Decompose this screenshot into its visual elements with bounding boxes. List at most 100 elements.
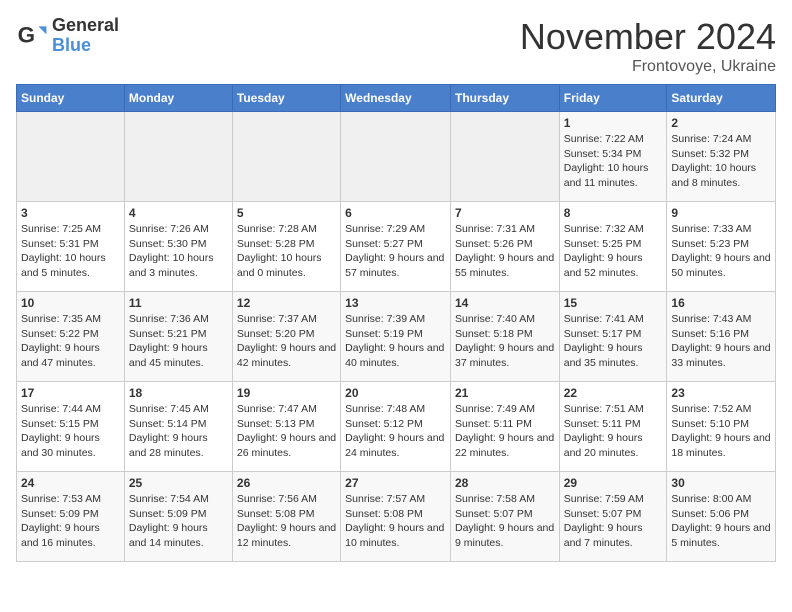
page-header: G General Blue November 2024 Frontovoye,… (16, 16, 776, 76)
calendar-cell: 10 Sunrise: 7:35 AM Sunset: 5:22 PM Dayli… (17, 292, 125, 382)
day-number: 29 (564, 476, 663, 490)
location: Frontovoye, Ukraine (520, 58, 776, 76)
calendar-cell: 15 Sunrise: 7:41 AM Sunset: 5:17 PM Dayli… (559, 292, 667, 382)
calendar-cell (450, 112, 559, 202)
day-info: Sunrise: 7:56 AM Sunset: 5:08 PM Dayligh… (237, 492, 336, 551)
day-info: Sunrise: 7:36 AM Sunset: 5:21 PM Dayligh… (129, 312, 228, 371)
calendar-body: 1 Sunrise: 7:22 AM Sunset: 5:34 PM Daylig… (17, 112, 776, 562)
day-number: 12 (237, 296, 336, 310)
day-info: Sunrise: 7:26 AM Sunset: 5:30 PM Dayligh… (129, 222, 228, 281)
day-number: 18 (129, 386, 228, 400)
calendar-cell (17, 112, 125, 202)
day-number: 3 (21, 206, 120, 220)
title-block: November 2024 Frontovoye, Ukraine (520, 16, 776, 76)
day-number: 20 (345, 386, 446, 400)
day-number: 19 (237, 386, 336, 400)
day-info: Sunrise: 7:39 AM Sunset: 5:19 PM Dayligh… (345, 312, 446, 371)
logo-icon: G (16, 20, 48, 52)
day-number: 13 (345, 296, 446, 310)
day-number: 8 (564, 206, 663, 220)
weekday-header: Sunday (17, 85, 125, 112)
logo: G General Blue (16, 16, 119, 56)
day-info: Sunrise: 7:48 AM Sunset: 5:12 PM Dayligh… (345, 402, 446, 461)
day-number: 7 (455, 206, 555, 220)
day-info: Sunrise: 7:54 AM Sunset: 5:09 PM Dayligh… (129, 492, 228, 551)
calendar-cell: 24 Sunrise: 7:53 AM Sunset: 5:09 PM Dayli… (17, 472, 125, 562)
calendar-cell: 28 Sunrise: 7:58 AM Sunset: 5:07 PM Dayli… (450, 472, 559, 562)
day-info: Sunrise: 7:47 AM Sunset: 5:13 PM Dayligh… (237, 402, 336, 461)
day-number: 2 (671, 116, 771, 130)
logo-blue: Blue (52, 36, 119, 56)
day-info: Sunrise: 7:59 AM Sunset: 5:07 PM Dayligh… (564, 492, 663, 551)
day-info: Sunrise: 7:40 AM Sunset: 5:18 PM Dayligh… (455, 312, 555, 371)
day-number: 25 (129, 476, 228, 490)
logo-general: General (52, 16, 119, 36)
calendar-cell: 14 Sunrise: 7:40 AM Sunset: 5:18 PM Dayli… (450, 292, 559, 382)
day-number: 14 (455, 296, 555, 310)
day-number: 27 (345, 476, 446, 490)
calendar-cell: 11 Sunrise: 7:36 AM Sunset: 5:21 PM Dayli… (124, 292, 232, 382)
day-number: 24 (21, 476, 120, 490)
calendar-table: SundayMondayTuesdayWednesdayThursdayFrid… (16, 84, 776, 562)
calendar-cell: 13 Sunrise: 7:39 AM Sunset: 5:19 PM Dayli… (341, 292, 451, 382)
day-number: 6 (345, 206, 446, 220)
calendar-cell: 26 Sunrise: 7:56 AM Sunset: 5:08 PM Dayli… (232, 472, 340, 562)
day-info: Sunrise: 7:25 AM Sunset: 5:31 PM Dayligh… (21, 222, 120, 281)
day-info: Sunrise: 7:51 AM Sunset: 5:11 PM Dayligh… (564, 402, 663, 461)
calendar-week-row: 1 Sunrise: 7:22 AM Sunset: 5:34 PM Daylig… (17, 112, 776, 202)
calendar-header: SundayMondayTuesdayWednesdayThursdayFrid… (17, 85, 776, 112)
day-info: Sunrise: 7:44 AM Sunset: 5:15 PM Dayligh… (21, 402, 120, 461)
day-number: 26 (237, 476, 336, 490)
day-info: Sunrise: 7:43 AM Sunset: 5:16 PM Dayligh… (671, 312, 771, 371)
day-info: Sunrise: 7:53 AM Sunset: 5:09 PM Dayligh… (21, 492, 120, 551)
day-number: 15 (564, 296, 663, 310)
calendar-cell: 17 Sunrise: 7:44 AM Sunset: 5:15 PM Dayli… (17, 382, 125, 472)
weekday-header: Monday (124, 85, 232, 112)
day-info: Sunrise: 7:31 AM Sunset: 5:26 PM Dayligh… (455, 222, 555, 281)
day-info: Sunrise: 7:45 AM Sunset: 5:14 PM Dayligh… (129, 402, 228, 461)
calendar-week-row: 3 Sunrise: 7:25 AM Sunset: 5:31 PM Daylig… (17, 202, 776, 292)
calendar-cell: 22Sunrise: 7:51 AM Sunset: 5:11 PM Dayli… (559, 382, 667, 472)
day-number: 1 (564, 116, 663, 130)
day-info: Sunrise: 7:29 AM Sunset: 5:27 PM Dayligh… (345, 222, 446, 281)
calendar-cell (341, 112, 451, 202)
calendar-cell: 12 Sunrise: 7:37 AM Sunset: 5:20 PM Dayli… (232, 292, 340, 382)
calendar-cell: 23 Sunrise: 7:52 AM Sunset: 5:10 PM Dayli… (667, 382, 776, 472)
weekday-header: Thursday (450, 85, 559, 112)
calendar-cell: 25 Sunrise: 7:54 AM Sunset: 5:09 PM Dayli… (124, 472, 232, 562)
month-title: November 2024 (520, 16, 776, 58)
calendar-cell (232, 112, 340, 202)
day-info: Sunrise: 7:37 AM Sunset: 5:20 PM Dayligh… (237, 312, 336, 371)
calendar-cell: 5 Sunrise: 7:28 AM Sunset: 5:28 PM Daylig… (232, 202, 340, 292)
weekday-row: SundayMondayTuesdayWednesdayThursdayFrid… (17, 85, 776, 112)
day-number: 16 (671, 296, 771, 310)
calendar-cell: 6 Sunrise: 7:29 AM Sunset: 5:27 PM Daylig… (341, 202, 451, 292)
calendar-cell: 3 Sunrise: 7:25 AM Sunset: 5:31 PM Daylig… (17, 202, 125, 292)
day-info: Sunrise: 7:52 AM Sunset: 5:10 PM Dayligh… (671, 402, 771, 461)
day-info: Sunrise: 7:28 AM Sunset: 5:28 PM Dayligh… (237, 222, 336, 281)
weekday-header: Friday (559, 85, 667, 112)
calendar-cell: 21Sunrise: 7:49 AM Sunset: 5:11 PM Dayli… (450, 382, 559, 472)
day-info: Sunrise: 7:41 AM Sunset: 5:17 PM Dayligh… (564, 312, 663, 371)
day-number: 17 (21, 386, 120, 400)
calendar-cell: 8 Sunrise: 7:32 AM Sunset: 5:25 PM Daylig… (559, 202, 667, 292)
weekday-header: Tuesday (232, 85, 340, 112)
day-number: 10 (21, 296, 120, 310)
day-info: Sunrise: 7:32 AM Sunset: 5:25 PM Dayligh… (564, 222, 663, 281)
calendar-cell: 16 Sunrise: 7:43 AM Sunset: 5:16 PM Dayli… (667, 292, 776, 382)
weekday-header: Saturday (667, 85, 776, 112)
day-number: 28 (455, 476, 555, 490)
day-info: Sunrise: 7:35 AM Sunset: 5:22 PM Dayligh… (21, 312, 120, 371)
day-info: Sunrise: 7:57 AM Sunset: 5:08 PM Dayligh… (345, 492, 446, 551)
calendar-cell (124, 112, 232, 202)
day-info: Sunrise: 7:58 AM Sunset: 5:07 PM Dayligh… (455, 492, 555, 551)
day-info: Sunrise: 8:00 AM Sunset: 5:06 PM Dayligh… (671, 492, 771, 551)
day-number: 5 (237, 206, 336, 220)
day-info: Sunrise: 7:22 AM Sunset: 5:34 PM Dayligh… (564, 132, 663, 191)
day-number: 23 (671, 386, 771, 400)
calendar-cell: 9Sunrise: 7:33 AM Sunset: 5:23 PM Daylig… (667, 202, 776, 292)
calendar-week-row: 24 Sunrise: 7:53 AM Sunset: 5:09 PM Dayli… (17, 472, 776, 562)
logo-text: General Blue (52, 16, 119, 56)
calendar-cell: 1 Sunrise: 7:22 AM Sunset: 5:34 PM Daylig… (559, 112, 667, 202)
day-number: 11 (129, 296, 228, 310)
